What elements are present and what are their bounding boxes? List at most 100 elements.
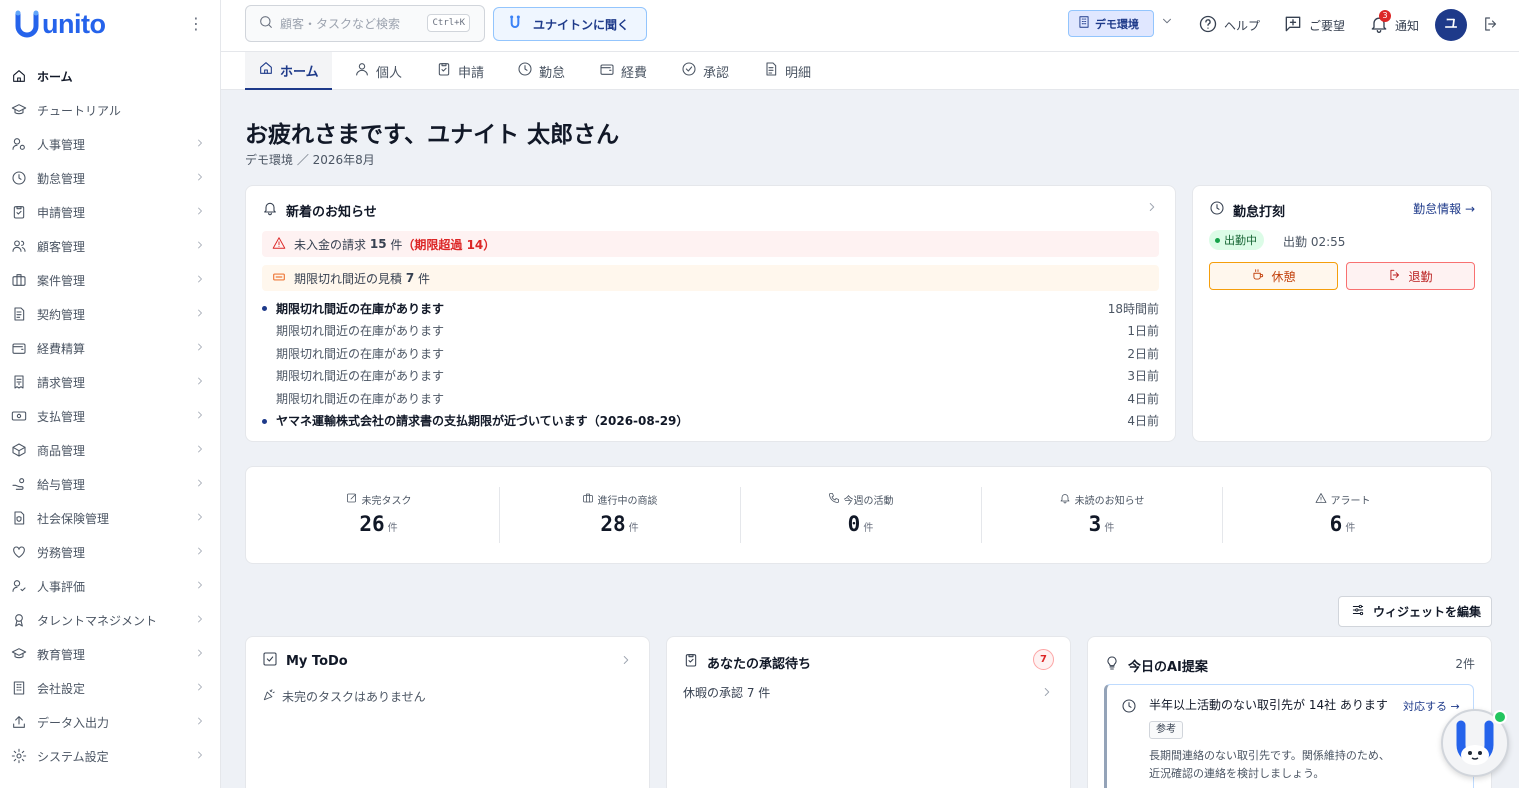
- unpaid-invoice-alert[interactable]: 未入金の請求 15 件 （期限超過 14）: [262, 231, 1159, 257]
- package-icon: [11, 442, 27, 458]
- clock-icon: [11, 170, 27, 186]
- tab-0[interactable]: ホーム: [245, 52, 332, 90]
- building-icon: [1077, 15, 1091, 32]
- stat-number: 26: [359, 512, 385, 536]
- sidebar-item-10[interactable]: 支払管理: [0, 399, 220, 433]
- environment-selector[interactable]: デモ環境: [1068, 10, 1154, 37]
- news-item[interactable]: 期限切れ間近の在庫があります 18時間前: [262, 297, 1159, 319]
- sidebar-item-1[interactable]: チュートリアル: [0, 93, 220, 127]
- sidebar-item-11[interactable]: 商品管理: [0, 433, 220, 467]
- sidebar-item-7[interactable]: 契約管理: [0, 297, 220, 331]
- edit-widgets-button[interactable]: ウィジェットを編集: [1338, 596, 1492, 627]
- news-item[interactable]: 期限切れ間近の在庫があります 4日前: [276, 387, 1159, 409]
- sidebar-item-0[interactable]: ホーム: [0, 59, 220, 93]
- stat-3[interactable]: 未読のお知らせ 3 件: [981, 467, 1222, 563]
- tab-1[interactable]: 個人: [341, 52, 415, 90]
- chevron-right-icon: [194, 681, 206, 696]
- breadcrumb: デモ環境 ／ 2026年8月: [245, 153, 375, 167]
- ai-suggestion-item[interactable]: 半年以上活動のない取引先が 14社 あります 対応する → 参考 長期間連絡のな…: [1104, 684, 1474, 788]
- chevron-right-icon: [194, 171, 206, 186]
- logout-icon[interactable]: [1482, 15, 1500, 37]
- tab-label: 個人: [376, 65, 403, 81]
- sidebar-item-17[interactable]: 教育管理: [0, 637, 220, 671]
- sidebar-item-5[interactable]: 顧客管理: [0, 229, 220, 263]
- sidebar-item-8[interactable]: 経費精算: [0, 331, 220, 365]
- notification-count-badge: 3: [1379, 10, 1391, 22]
- tab-3[interactable]: 勤怠: [504, 52, 578, 90]
- avatar[interactable]: ユ: [1435, 9, 1467, 41]
- chevron-right-icon[interactable]: [1040, 685, 1054, 703]
- tab-6[interactable]: 明細: [750, 52, 824, 90]
- stat-divider: [740, 487, 741, 543]
- stat-value: 28 件: [499, 512, 740, 536]
- stat-1[interactable]: 進行中の商談 28 件: [499, 467, 740, 563]
- sidebar-item-16[interactable]: タレントマネジメント: [0, 603, 220, 637]
- chevron-right-icon: [194, 341, 206, 356]
- sidebar-item-12[interactable]: 給与管理: [0, 467, 220, 501]
- chevron-right-icon: [194, 613, 206, 628]
- ask-unito-button[interactable]: ユナイトンに聞く: [493, 7, 647, 41]
- home-icon: [11, 68, 27, 84]
- sidebar-item-9[interactable]: 請求管理: [0, 365, 220, 399]
- logo-text: unito: [42, 8, 106, 39]
- tab-5[interactable]: 承認: [668, 52, 742, 90]
- edit-square-icon: [346, 492, 358, 507]
- tab-2[interactable]: 申請: [423, 52, 497, 90]
- kebab-menu-icon[interactable]: ⋮: [188, 14, 204, 34]
- stat-number: 3: [1088, 512, 1102, 536]
- sidebar-item-label: 人事評価: [37, 579, 86, 594]
- sidebar-item-6[interactable]: 案件管理: [0, 263, 220, 297]
- sidebar-item-2[interactable]: 人事管理: [0, 127, 220, 161]
- search-input[interactable]: 顧客・タスクなど検索 Ctrl+K: [245, 5, 485, 42]
- stat-label: 今週の活動: [740, 492, 981, 507]
- stat-2[interactable]: 今週の活動 0 件: [740, 467, 981, 563]
- notification-button[interactable]: 3 通知: [1369, 10, 1419, 37]
- news-title: 新着のお知らせ: [262, 200, 377, 220]
- news-item-time: 1日前: [1127, 324, 1159, 338]
- unpaid-prefix: 未入金の請求: [294, 237, 367, 252]
- lightbulb-icon: [1104, 655, 1120, 675]
- ask-unito-label: ユナイトンに聞く: [533, 17, 630, 32]
- stat-0[interactable]: 未完タスク 26 件: [258, 467, 499, 563]
- stat-label: アラート: [1222, 492, 1463, 507]
- request-button[interactable]: ご要望: [1283, 14, 1345, 37]
- tab-label: 勤怠: [539, 65, 566, 81]
- stat-4[interactable]: アラート 6 件: [1222, 467, 1463, 563]
- sidebar-item-3[interactable]: 勤怠管理: [0, 161, 220, 195]
- break-button[interactable]: 休憩: [1209, 262, 1338, 290]
- ai-count: 2件: [1455, 657, 1475, 671]
- tab-4[interactable]: 経費: [586, 52, 660, 90]
- chevron-right-icon: [194, 239, 206, 254]
- help-button[interactable]: ヘルプ: [1198, 14, 1260, 37]
- approval-item[interactable]: 休暇の承認 7 件: [683, 684, 770, 701]
- news-item[interactable]: 期限切れ間近の在庫があります 2日前: [276, 342, 1159, 364]
- app-logo[interactable]: unito: [14, 8, 106, 40]
- news-item[interactable]: 期限切れ間近の在庫があります 3日前: [276, 365, 1159, 387]
- chevron-right-icon: [194, 307, 206, 322]
- news-item[interactable]: ヤマネ運輸株式会社の請求書の支払期限が近づいています（2026-08-29） 4日…: [262, 410, 1159, 432]
- expiring-quote-alert[interactable]: 期限切れ間近の見積 7 件: [262, 265, 1159, 291]
- briefcase-icon: [11, 272, 27, 288]
- quote-prefix: 期限切れ間近の見積: [294, 271, 403, 286]
- sidebar-item-4[interactable]: 申請管理: [0, 195, 220, 229]
- sidebar-item-label: ホーム: [37, 69, 73, 84]
- home-tabs: ホーム 個人 申請 勤怠 経費 承認 明細: [221, 52, 1519, 90]
- leave-button[interactable]: 退勤: [1346, 262, 1475, 290]
- sidebar-item-14[interactable]: 労務管理: [0, 535, 220, 569]
- sidebar-item-15[interactable]: 人事評価: [0, 569, 220, 603]
- sidebar-item-18[interactable]: 会社設定: [0, 671, 220, 705]
- chevron-right-icon[interactable]: [1145, 200, 1159, 218]
- todo-title-text: My ToDo: [286, 653, 348, 669]
- sidebar-item-label: システム設定: [37, 749, 109, 764]
- unpaid-overdue: （期限超過 14）: [402, 237, 496, 252]
- attendance-info-link[interactable]: 勤怠情報 →: [1413, 200, 1475, 217]
- upload-icon: [11, 714, 27, 730]
- sidebar-item-13[interactable]: 社会保険管理: [0, 501, 220, 535]
- sidebar-item-label: 商品管理: [37, 443, 86, 458]
- sidebar-item-20[interactable]: システム設定: [0, 739, 220, 773]
- chevron-right-icon[interactable]: [619, 653, 633, 671]
- news-item[interactable]: 期限切れ間近の在庫があります 1日前: [276, 320, 1159, 342]
- sidebar-item-19[interactable]: データ入出力: [0, 705, 220, 739]
- stat-unit: 件: [387, 523, 398, 534]
- chevron-down-icon[interactable]: [1160, 14, 1174, 32]
